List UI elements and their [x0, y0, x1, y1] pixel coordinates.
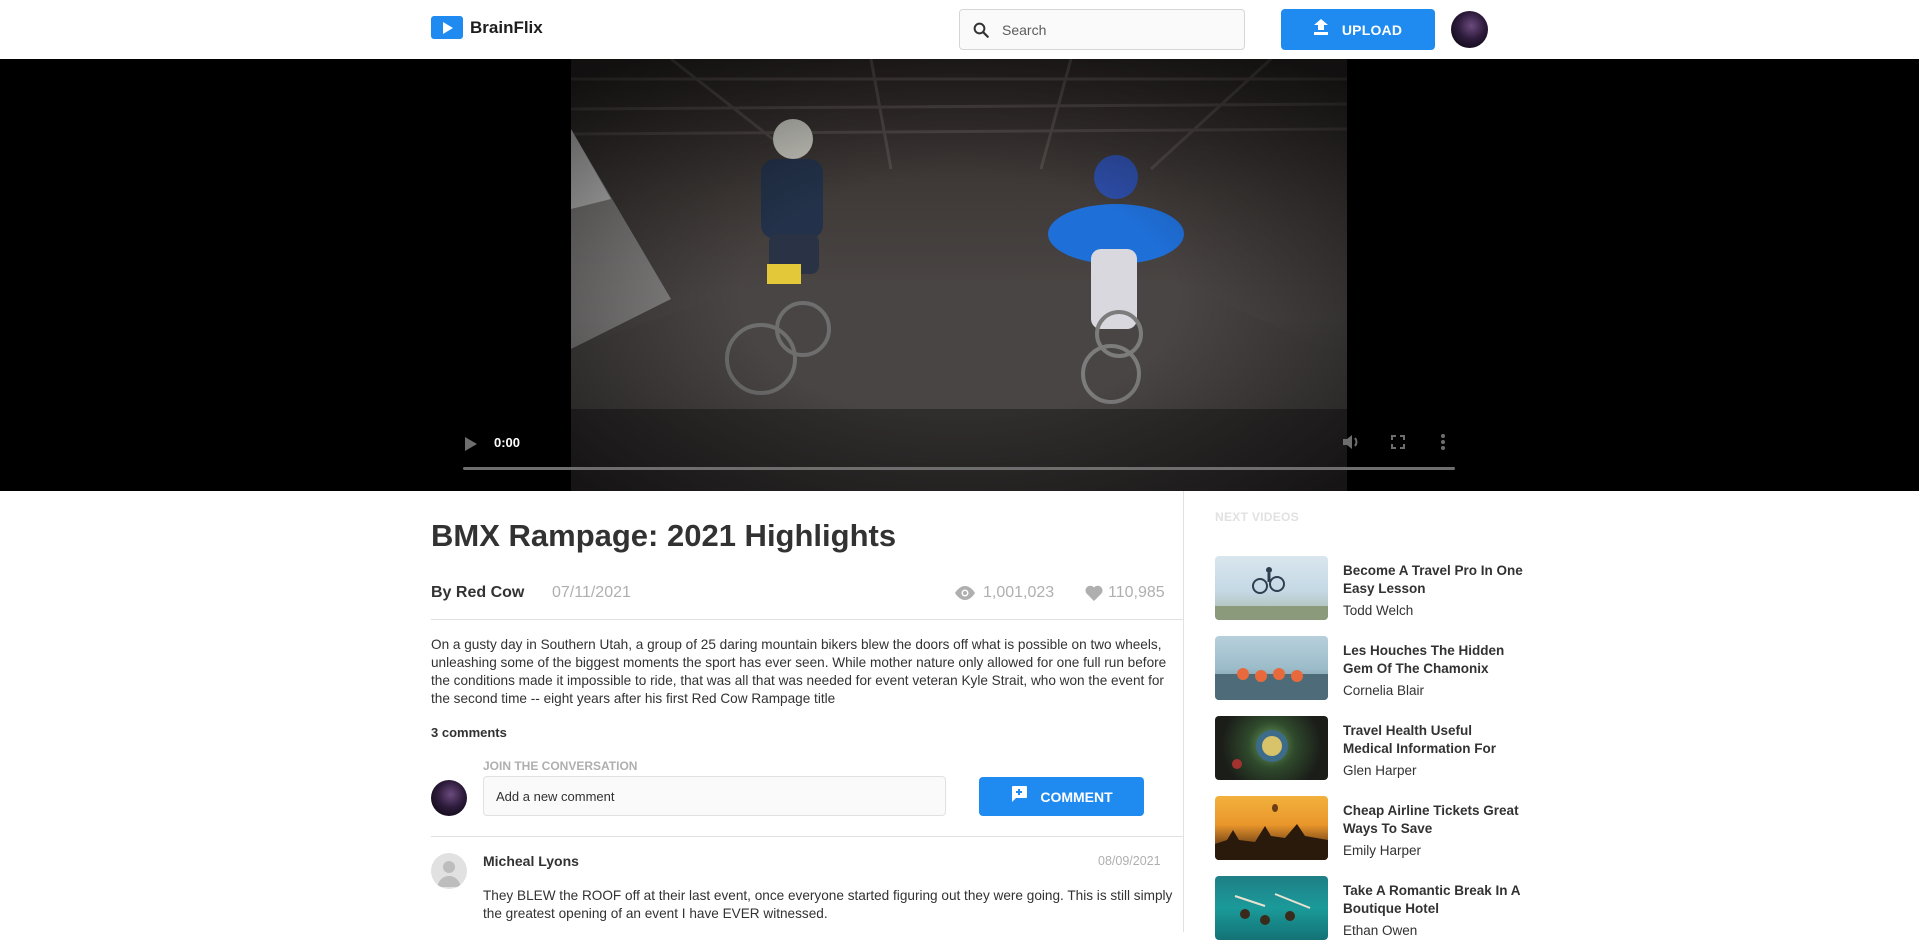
next-video-channel: Emily Harper [1343, 843, 1422, 858]
upload-icon [1313, 19, 1328, 40]
video-date: 07/11/2021 [552, 584, 631, 601]
next-video-channel: Glen Harper [1343, 763, 1417, 778]
next-video-card[interactable]: Les Houches The Hidden Gem Of The Chamon… [1215, 636, 1545, 700]
likes-count: 110,985 [1108, 584, 1165, 601]
next-video-card[interactable]: Travel Health Useful Medical Information… [1215, 716, 1545, 780]
search-bar[interactable] [959, 9, 1245, 50]
next-video-card[interactable]: Become A Travel Pro In One Easy Lesson T… [1215, 556, 1545, 620]
video-description: On a gusty day in Southern Utah, a group… [431, 637, 1167, 706]
video-thumbnail [1215, 716, 1328, 780]
brainflix-logo[interactable]: BrainFlix [431, 16, 543, 39]
heart-icon[interactable] [1085, 585, 1103, 601]
search-icon [960, 10, 1002, 49]
next-video-channel: Todd Welch [1343, 603, 1414, 618]
user-avatar[interactable] [1451, 11, 1488, 48]
play-logo-icon [431, 16, 463, 39]
next-video-channel: Cornelia Blair [1343, 683, 1425, 698]
upload-button[interactable]: UPLOAD [1281, 9, 1435, 50]
video-time: 0:00 [494, 435, 521, 450]
video-thumbnail [1215, 556, 1328, 620]
volume-icon[interactable] [1343, 434, 1361, 455]
next-video-title: Travel Health Useful Medical Information… [1343, 723, 1497, 756]
comment-text: They BLEW the ROOF off at their last eve… [483, 888, 1173, 921]
next-video-title: Cheap Airline Tickets Great Ways To Save [1343, 803, 1519, 836]
video-thumbnail [1215, 636, 1328, 700]
video-views: 1,001,023 [953, 584, 1054, 602]
comment-count: 3 comments [431, 725, 507, 740]
fullscreen-icon[interactable] [1391, 435, 1405, 454]
search-input[interactable] [1002, 21, 1232, 38]
commenter-avatar [431, 780, 467, 816]
comment-avatar-placeholder [431, 853, 467, 889]
next-video-title: Become A Travel Pro In One Easy Lesson [1343, 563, 1523, 596]
comment-author: Micheal Lyons [483, 853, 579, 869]
site-header: BrainFlix UPLOAD [0, 0, 1919, 59]
video-progress-bar[interactable] [463, 467, 1455, 470]
video-player[interactable]: 0:00 [0, 59, 1919, 491]
comment-button[interactable]: COMMENT [979, 777, 1144, 816]
video-thumbnail [1215, 876, 1328, 940]
comment-input[interactable] [483, 776, 946, 816]
meta-divider [431, 619, 1184, 620]
next-video-channel: Ethan Owen [1343, 923, 1418, 938]
video-title: BMX Rampage: 2021 Highlights [431, 518, 897, 553]
eye-icon [955, 586, 975, 600]
next-videos-heading: NEXT VIDEOS [1215, 510, 1299, 524]
play-icon[interactable] [465, 437, 477, 456]
next-video-card[interactable]: Cheap Airline Tickets Great Ways To Save… [1215, 796, 1545, 860]
comment-button-label: COMMENT [1040, 788, 1113, 805]
comments-divider [431, 836, 1184, 837]
video-author: By Red Cow [431, 584, 525, 601]
next-video-card[interactable]: Take A Romantic Break In A Boutique Hote… [1215, 876, 1545, 940]
video-controls: 0:00 [0, 59, 1919, 491]
next-video-title: Les Houches The Hidden Gem Of The Chamon… [1343, 643, 1505, 676]
sidebar-divider [1183, 491, 1184, 932]
more-options-icon[interactable] [1441, 434, 1445, 455]
upload-button-label: UPLOAD [1341, 21, 1403, 38]
video-likes: 110,985 [1085, 584, 1165, 602]
comment-date: 08/09/2021 [1098, 854, 1161, 868]
next-video-title: Take A Romantic Break In A Boutique Hote… [1343, 883, 1521, 916]
video-meta: By Red Cow 07/11/2021 1,001,023 110,985 [431, 584, 1167, 612]
add-comment-icon [1010, 785, 1028, 808]
join-conversation-label: JOIN THE CONVERSATION [483, 759, 638, 773]
views-count: 1,001,023 [983, 584, 1055, 601]
logo-text: BrainFlix [470, 17, 543, 37]
video-thumbnail [1215, 796, 1328, 860]
